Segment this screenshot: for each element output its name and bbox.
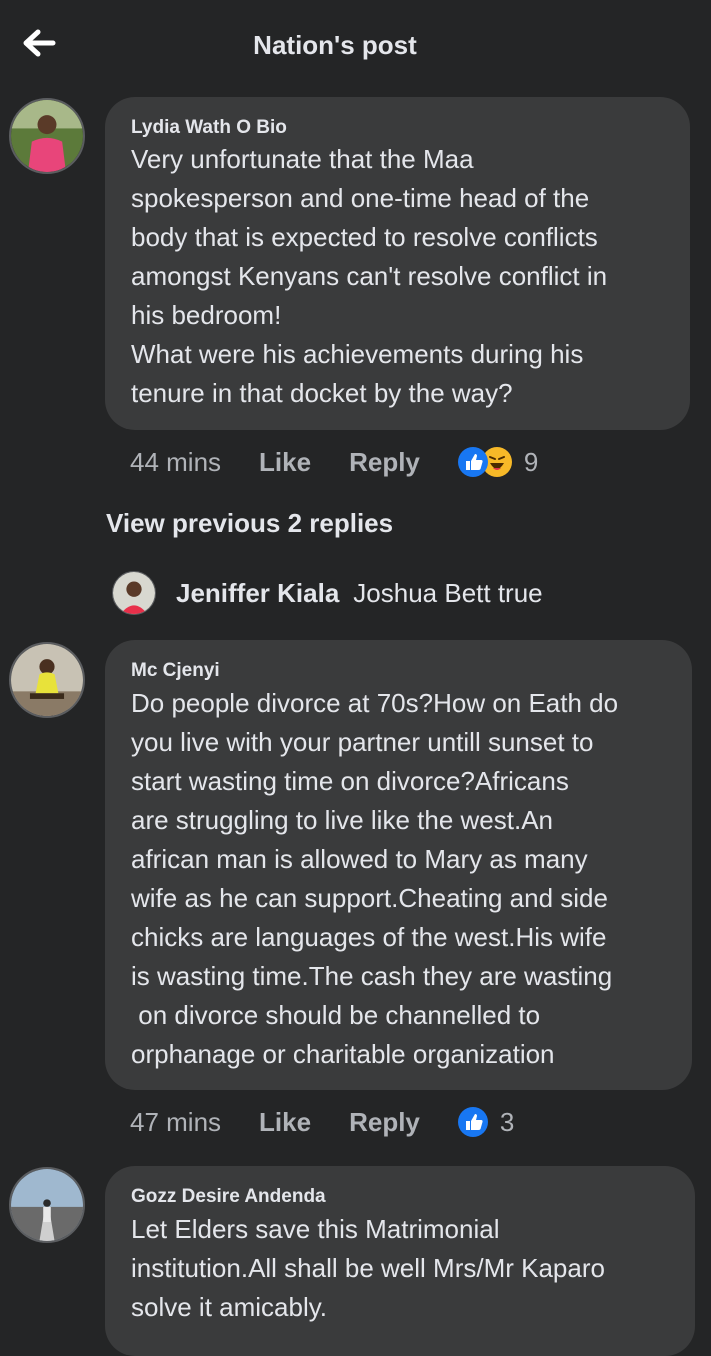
comment-bubble[interactable]: Gozz Desire Andenda Let Elders save this…: [105, 1166, 695, 1356]
comment-text: Do people divorce at 70s?How on Eath do …: [131, 688, 619, 1069]
like-button[interactable]: Like: [259, 1107, 311, 1138]
comment-text: Let Elders save this Matrimonial institu…: [131, 1214, 605, 1322]
avatar[interactable]: [9, 642, 85, 718]
reactions-summary[interactable]: 3: [457, 1106, 515, 1138]
comment-text: Very unfortunate that the Maa spokespers…: [131, 144, 608, 408]
like-icon: [457, 447, 488, 477]
reaction-count: 3: [499, 1106, 515, 1137]
comment-author[interactable]: Lydia Wath O Bio: [131, 117, 287, 139]
reply-button[interactable]: Reply: [349, 1107, 420, 1138]
comment-author[interactable]: Mc Cjenyi: [131, 660, 220, 682]
avatar[interactable]: [9, 1167, 85, 1243]
comment-actions: 47 mins Like Reply 3: [130, 1102, 514, 1142]
like-button[interactable]: Like: [259, 447, 311, 478]
comment-time: 44 mins: [130, 446, 222, 477]
reactions-summary[interactable]: 9: [457, 446, 539, 478]
like-icon: [457, 1107, 488, 1137]
comment-bubble[interactable]: Mc Cjenyi Do people divorce at 70s?How o…: [105, 640, 692, 1090]
avatar[interactable]: [112, 571, 156, 615]
reaction-count: 9: [523, 446, 539, 477]
comment-bubble[interactable]: Lydia Wath O Bio Very unfortunate that t…: [105, 97, 690, 430]
comment-time: 47 mins: [130, 1106, 222, 1137]
reply-item: Jeniffer Kiala Joshua Bett true: [112, 570, 543, 616]
comment-author[interactable]: Gozz Desire Andenda: [131, 1186, 326, 1208]
comment-actions: 44 mins Like Reply 9: [130, 442, 538, 482]
reply-text: Joshua Bett true: [353, 577, 543, 608]
page-title: Nation's post: [253, 30, 417, 60]
reply-author[interactable]: Jeniffer Kiala: [176, 578, 339, 609]
avatar[interactable]: [9, 98, 85, 174]
reply-button[interactable]: Reply: [349, 447, 420, 478]
view-previous-replies-link[interactable]: View previous 2 replies: [106, 508, 393, 539]
top-bar: Nation's post: [0, 0, 711, 90]
